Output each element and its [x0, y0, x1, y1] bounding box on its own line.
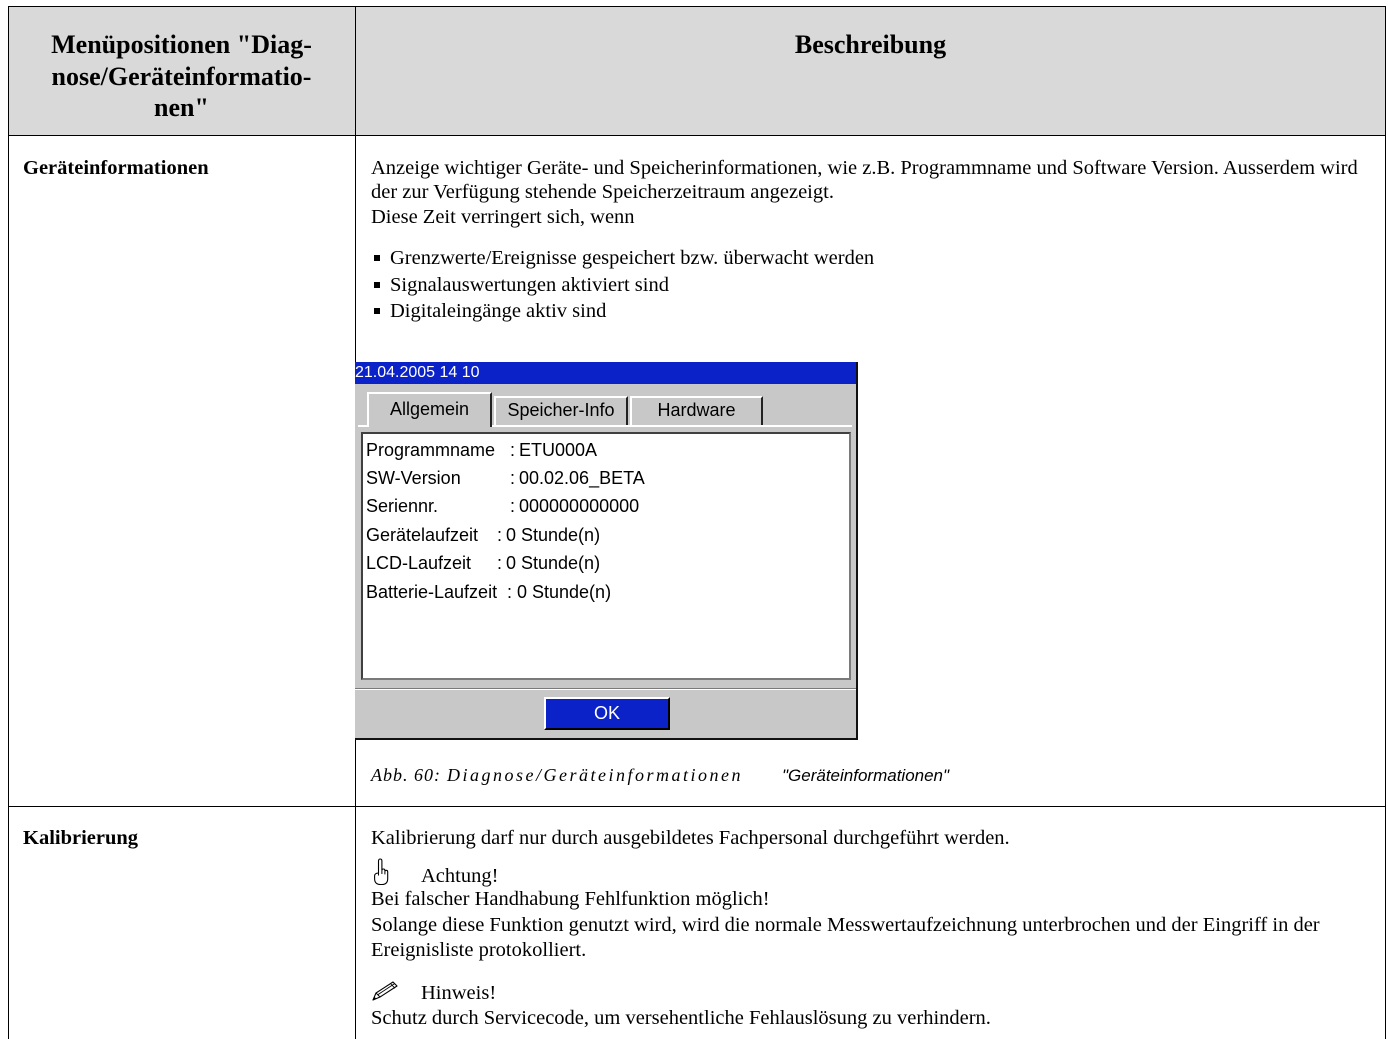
info-value: 0 Stunde(n): [506, 525, 601, 545]
info-separator: :: [507, 582, 513, 602]
bullet-square-icon: [374, 308, 380, 315]
column-header-menu-positions: Menüpositionen "Diag- nose/Geräteinforma…: [8, 29, 355, 124]
table-border-left: [8, 6, 9, 1039]
table-row-divider: [8, 806, 1386, 807]
tab-speicher-info: Speicher-Info: [494, 396, 628, 425]
column-header-description: Beschreibung: [794, 30, 947, 59]
info-value: 0 Stunde(n): [517, 582, 612, 602]
info-separator: :: [510, 468, 516, 488]
info-separator: :: [497, 553, 503, 573]
table-border-top: [8, 6, 1386, 7]
bullet-square-icon: [374, 255, 380, 262]
calibration-intro: Kalibrierung darf nur durch ausgebildete…: [371, 826, 1010, 849]
info-label: Seriennr.: [366, 496, 439, 516]
info-value: 0 Stunde(n): [506, 553, 601, 573]
device-datetime: 21.04.2005 14 10: [355, 364, 480, 381]
tab-allgemein: Allgemein: [367, 392, 492, 427]
bullet-item: Digitaleingänge aktiv sind: [371, 298, 874, 325]
description-line: der zur Verfügung stehende Speicherzeitr…: [371, 181, 834, 203]
info-label: Gerätelaufzeit: [366, 525, 479, 545]
warning-line: Solange diese Funktion genutzt wird, wir…: [371, 913, 1320, 936]
device-info-panel: Programmname : ETU000A SW-Version : 00.0…: [361, 432, 851, 680]
figure-caption-emphasis: "Geräteinformationen": [782, 765, 950, 785]
info-row-serial-number: Seriennr. : 000000000000: [363, 494, 849, 518]
info-label: Programmname: [366, 440, 496, 460]
bullet-text: Digitaleingänge aktiv sind: [390, 300, 607, 322]
bullet-square-icon: [374, 281, 380, 288]
description-line: Anzeige wichtiger Geräte- und Speicherin…: [371, 156, 1358, 179]
info-separator: :: [510, 440, 516, 460]
device-screenshot: 21.04.2005 14 10 Speicher-Info Hardware …: [355, 362, 858, 740]
warning-line: Bei falscher Handhabung Fehlfunktion mög…: [371, 888, 770, 911]
info-row-device-runtime: Gerätelaufzeit : 0 Stunde(n): [363, 523, 849, 547]
warning-text: Bei falscher Handhabung Fehlfunktion mög…: [371, 887, 1320, 964]
info-separator: :: [497, 525, 503, 545]
warning-line: Ereignisliste protokolliert.: [371, 939, 587, 962]
note-text: Schutz durch Servicecode, um versehentli…: [371, 1006, 991, 1029]
tab-label: Hardware: [657, 400, 736, 420]
info-row-battery-runtime: Batterie-Laufzeit : 0 Stunde(n): [363, 580, 849, 604]
tab-hardware: Hardware: [630, 396, 763, 425]
pointing-hand-icon: [373, 858, 389, 891]
description-line: Diese Zeit verringert sich, wenn: [371, 205, 635, 228]
table-header-divider: [8, 135, 1386, 136]
bullet-text: Signalauswertungen aktiviert sind: [390, 273, 669, 296]
tab-label: Speicher-Info: [507, 400, 615, 420]
bullet-text: Grenzwerte/Ereignisse gespeichert bzw. ü…: [390, 247, 875, 269]
info-value: ETU000A: [519, 440, 598, 460]
menu-item-device-info: Geräteinformationen: [23, 156, 209, 179]
device-title-bar: 21.04.2005 14 10: [355, 362, 856, 384]
figure-caption: Abb. 60: Diagnose/Geräteinformationen "G…: [0, 763, 1388, 788]
info-row-lcd-runtime: LCD-Laufzeit : 0 Stunde(n): [363, 551, 849, 575]
info-value: 00.02.06_BETA: [519, 468, 645, 488]
info-label: SW-Version: [366, 468, 461, 488]
info-label: Batterie-Laufzeit: [366, 582, 498, 602]
info-separator: :: [510, 496, 516, 516]
table-border-right: [1385, 6, 1386, 1039]
info-label: LCD-Laufzeit: [366, 553, 472, 573]
column-header-line: nen": [154, 93, 209, 122]
pencil-icon: [371, 980, 399, 1007]
column-header-line: nose/Geräteinformatio-: [51, 61, 312, 91]
figure-caption-text: Diagnose/Geräteinformationen: [447, 764, 743, 785]
bullet-item: Signalauswertungen aktiviert sind: [371, 272, 874, 299]
info-row-program-name: Programmname : ETU000A: [363, 438, 849, 462]
tab-label: Allgemein: [389, 399, 470, 419]
warning-title: Achtung!: [421, 864, 499, 887]
device-footer-separator: [355, 688, 856, 690]
figure-number: Abb. 60:: [371, 764, 441, 785]
info-row-sw-version: SW-Version : 00.02.06_BETA: [363, 466, 849, 490]
device-info-description: Anzeige wichtiger Geräte- und Speicherin…: [371, 156, 1358, 230]
column-header-line: Menüpositionen "Diag-: [51, 30, 312, 59]
device-info-bullet-list: Grenzwerte/Ereignisse gespeichert bzw. ü…: [371, 245, 874, 325]
note-title: Hinweis!: [421, 981, 497, 1004]
menu-item-calibration: Kalibrierung: [23, 826, 139, 849]
ok-button: OK: [544, 697, 670, 730]
info-value: 000000000000: [519, 496, 640, 516]
bullet-item: Grenzwerte/Ereignisse gespeichert bzw. ü…: [371, 245, 874, 272]
